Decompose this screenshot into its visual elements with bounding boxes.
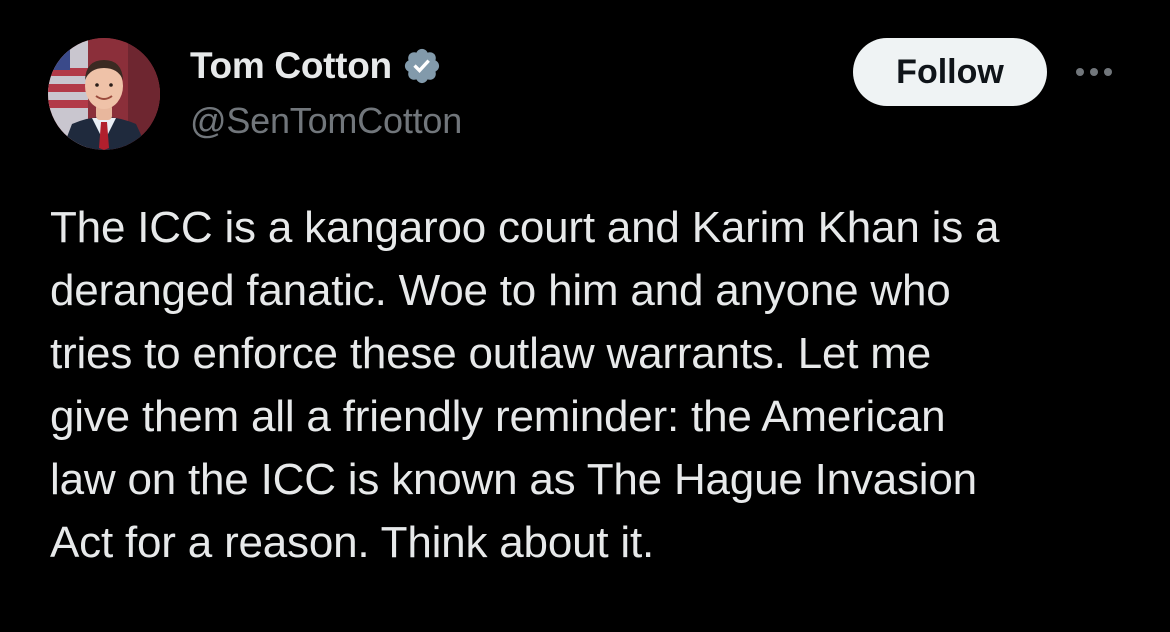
verified-badge-icon[interactable] — [402, 46, 442, 86]
author-display-name[interactable]: Tom Cotton — [190, 45, 392, 87]
more-options-icon[interactable] — [1070, 60, 1118, 84]
tweet-card: Tom Cotton @SenTomCotton Follow The ICC … — [0, 0, 1170, 632]
author-name-row: Tom Cotton — [190, 44, 442, 88]
author-handle[interactable]: @SenTomCotton — [190, 100, 462, 142]
avatar[interactable] — [48, 38, 160, 150]
follow-button[interactable]: Follow — [853, 38, 1047, 106]
avatar-photo — [48, 38, 160, 150]
tweet-text: The ICC is a kangaroo court and Karim Kh… — [50, 203, 1000, 567]
